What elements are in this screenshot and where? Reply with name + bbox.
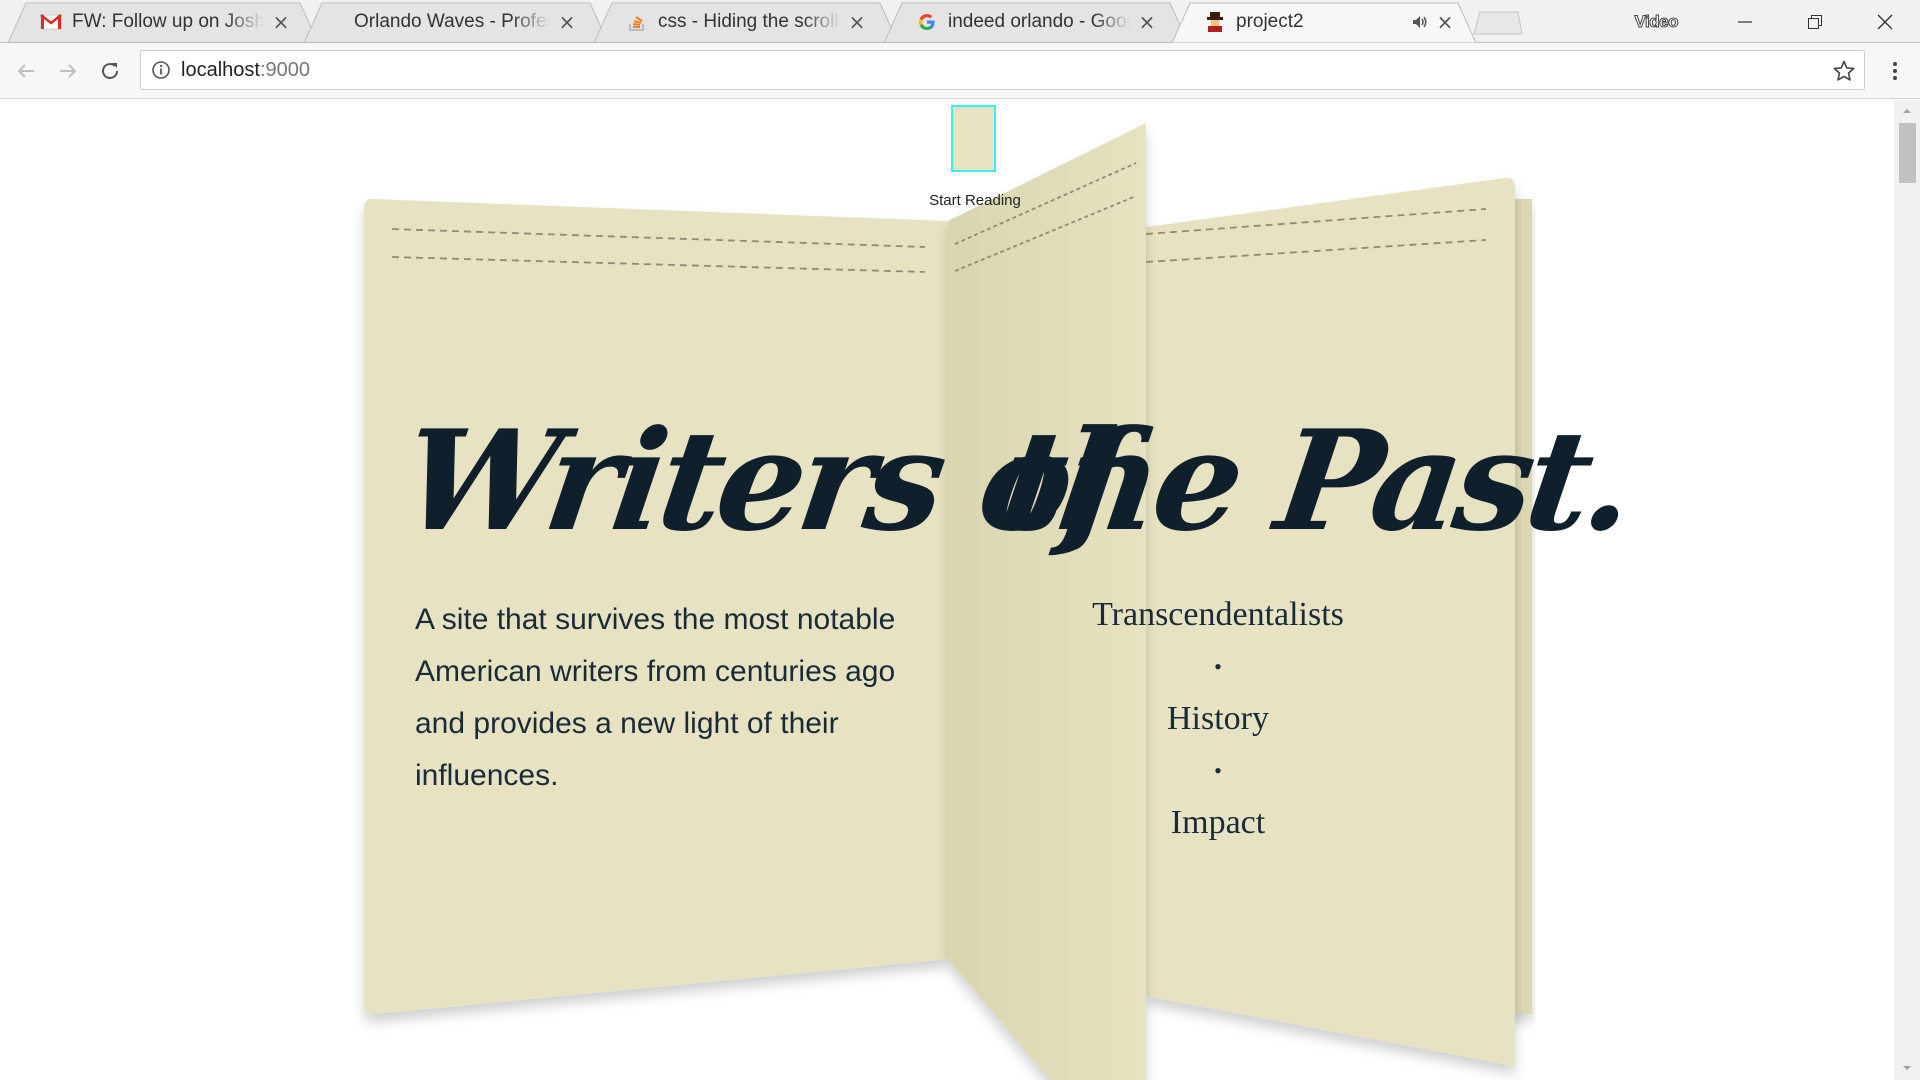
close-icon[interactable]: × <box>848 10 866 34</box>
topic-impact[interactable]: Impact <box>1058 797 1378 849</box>
minimize-icon <box>1738 20 1752 23</box>
forward-button[interactable] <box>52 55 84 87</box>
topic-history[interactable]: History <box>1058 693 1378 745</box>
gmail-icon <box>40 11 62 33</box>
stackoverflow-icon <box>626 11 648 33</box>
bookmark-star-icon[interactable] <box>1832 59 1856 88</box>
browser-toolbar: localhost:9000 <box>0 43 1920 99</box>
tab-gmail[interactable]: FW: Follow up on Joshua × <box>10 0 310 43</box>
tab-title: indeed orlando - Google <box>948 10 1130 32</box>
tab-stackoverflow[interactable]: css - Hiding the scrollbar × <box>596 0 886 43</box>
tab-project2[interactable]: project2 × <box>1174 0 1474 43</box>
project-avatar-icon <box>1204 11 1226 33</box>
arrow-right-icon <box>60 64 77 78</box>
tab-title: Orlando Waves - Professi <box>354 10 550 32</box>
tab-google[interactable]: indeed orlando - Google × <box>886 0 1176 43</box>
start-reading-label[interactable]: Start Reading <box>880 192 1070 209</box>
restore-icon <box>1808 14 1822 29</box>
start-reading-button[interactable] <box>951 105 996 172</box>
close-icon <box>1877 14 1893 29</box>
close-icon[interactable]: × <box>1436 10 1454 34</box>
video-label: Video <box>1634 11 1679 31</box>
tab-title: project2 <box>1236 10 1304 32</box>
kebab-menu-icon <box>1893 62 1897 80</box>
close-icon[interactable]: × <box>1138 10 1156 34</box>
open-book <box>364 123 1532 1080</box>
url-text: localhost:9000 <box>181 59 310 82</box>
window-controls: Video <box>1634 0 1920 43</box>
tab-title: FW: Follow up on Joshua <box>72 10 264 32</box>
close-window-button[interactable] <box>1850 0 1920 43</box>
page-title-right: the Past. <box>991 399 1640 562</box>
site-description: A site that survives the most notable Am… <box>415 603 896 792</box>
info-icon[interactable] <box>141 50 181 90</box>
reload-button[interactable] <box>94 55 126 87</box>
url-host: localhost <box>181 58 260 81</box>
topic-separator: • <box>1214 654 1222 679</box>
tab-orlando-waves[interactable]: Orlando Waves - Professi × <box>306 0 596 43</box>
url-port: :9000 <box>259 58 310 81</box>
speaker-icon[interactable] <box>1410 13 1428 31</box>
scroll-up-icon[interactable] <box>1901 105 1913 117</box>
close-icon[interactable]: × <box>558 10 576 34</box>
topic-separator: • <box>1214 758 1222 783</box>
scroll-thumb[interactable] <box>1899 123 1916 183</box>
topic-transcendentalists[interactable]: Transcendentalists <box>1058 589 1378 641</box>
back-button[interactable] <box>10 55 42 87</box>
google-icon <box>916 11 938 33</box>
restore-button[interactable] <box>1780 0 1850 43</box>
address-bar[interactable]: localhost:9000 <box>140 50 1865 90</box>
reload-icon <box>102 63 118 79</box>
new-tab-button[interactable] <box>1470 10 1524 36</box>
page-viewport: Start Reading Writers of the Past. A sit… <box>0 99 1920 1080</box>
minimize-button[interactable] <box>1710 0 1780 43</box>
scroll-down-icon[interactable] <box>1901 1062 1913 1074</box>
arrow-left-icon <box>17 64 34 78</box>
vertical-scrollbar[interactable] <box>1894 99 1920 1080</box>
tab-strip: FW: Follow up on Joshua × Orlando Waves … <box>0 0 1920 43</box>
topic-list: Transcendentalists • History • Impact <box>1058 589 1378 849</box>
browser-menu-button[interactable] <box>1880 55 1910 87</box>
tab-title: css - Hiding the scrollbar <box>658 10 840 32</box>
close-icon[interactable]: × <box>272 10 290 34</box>
